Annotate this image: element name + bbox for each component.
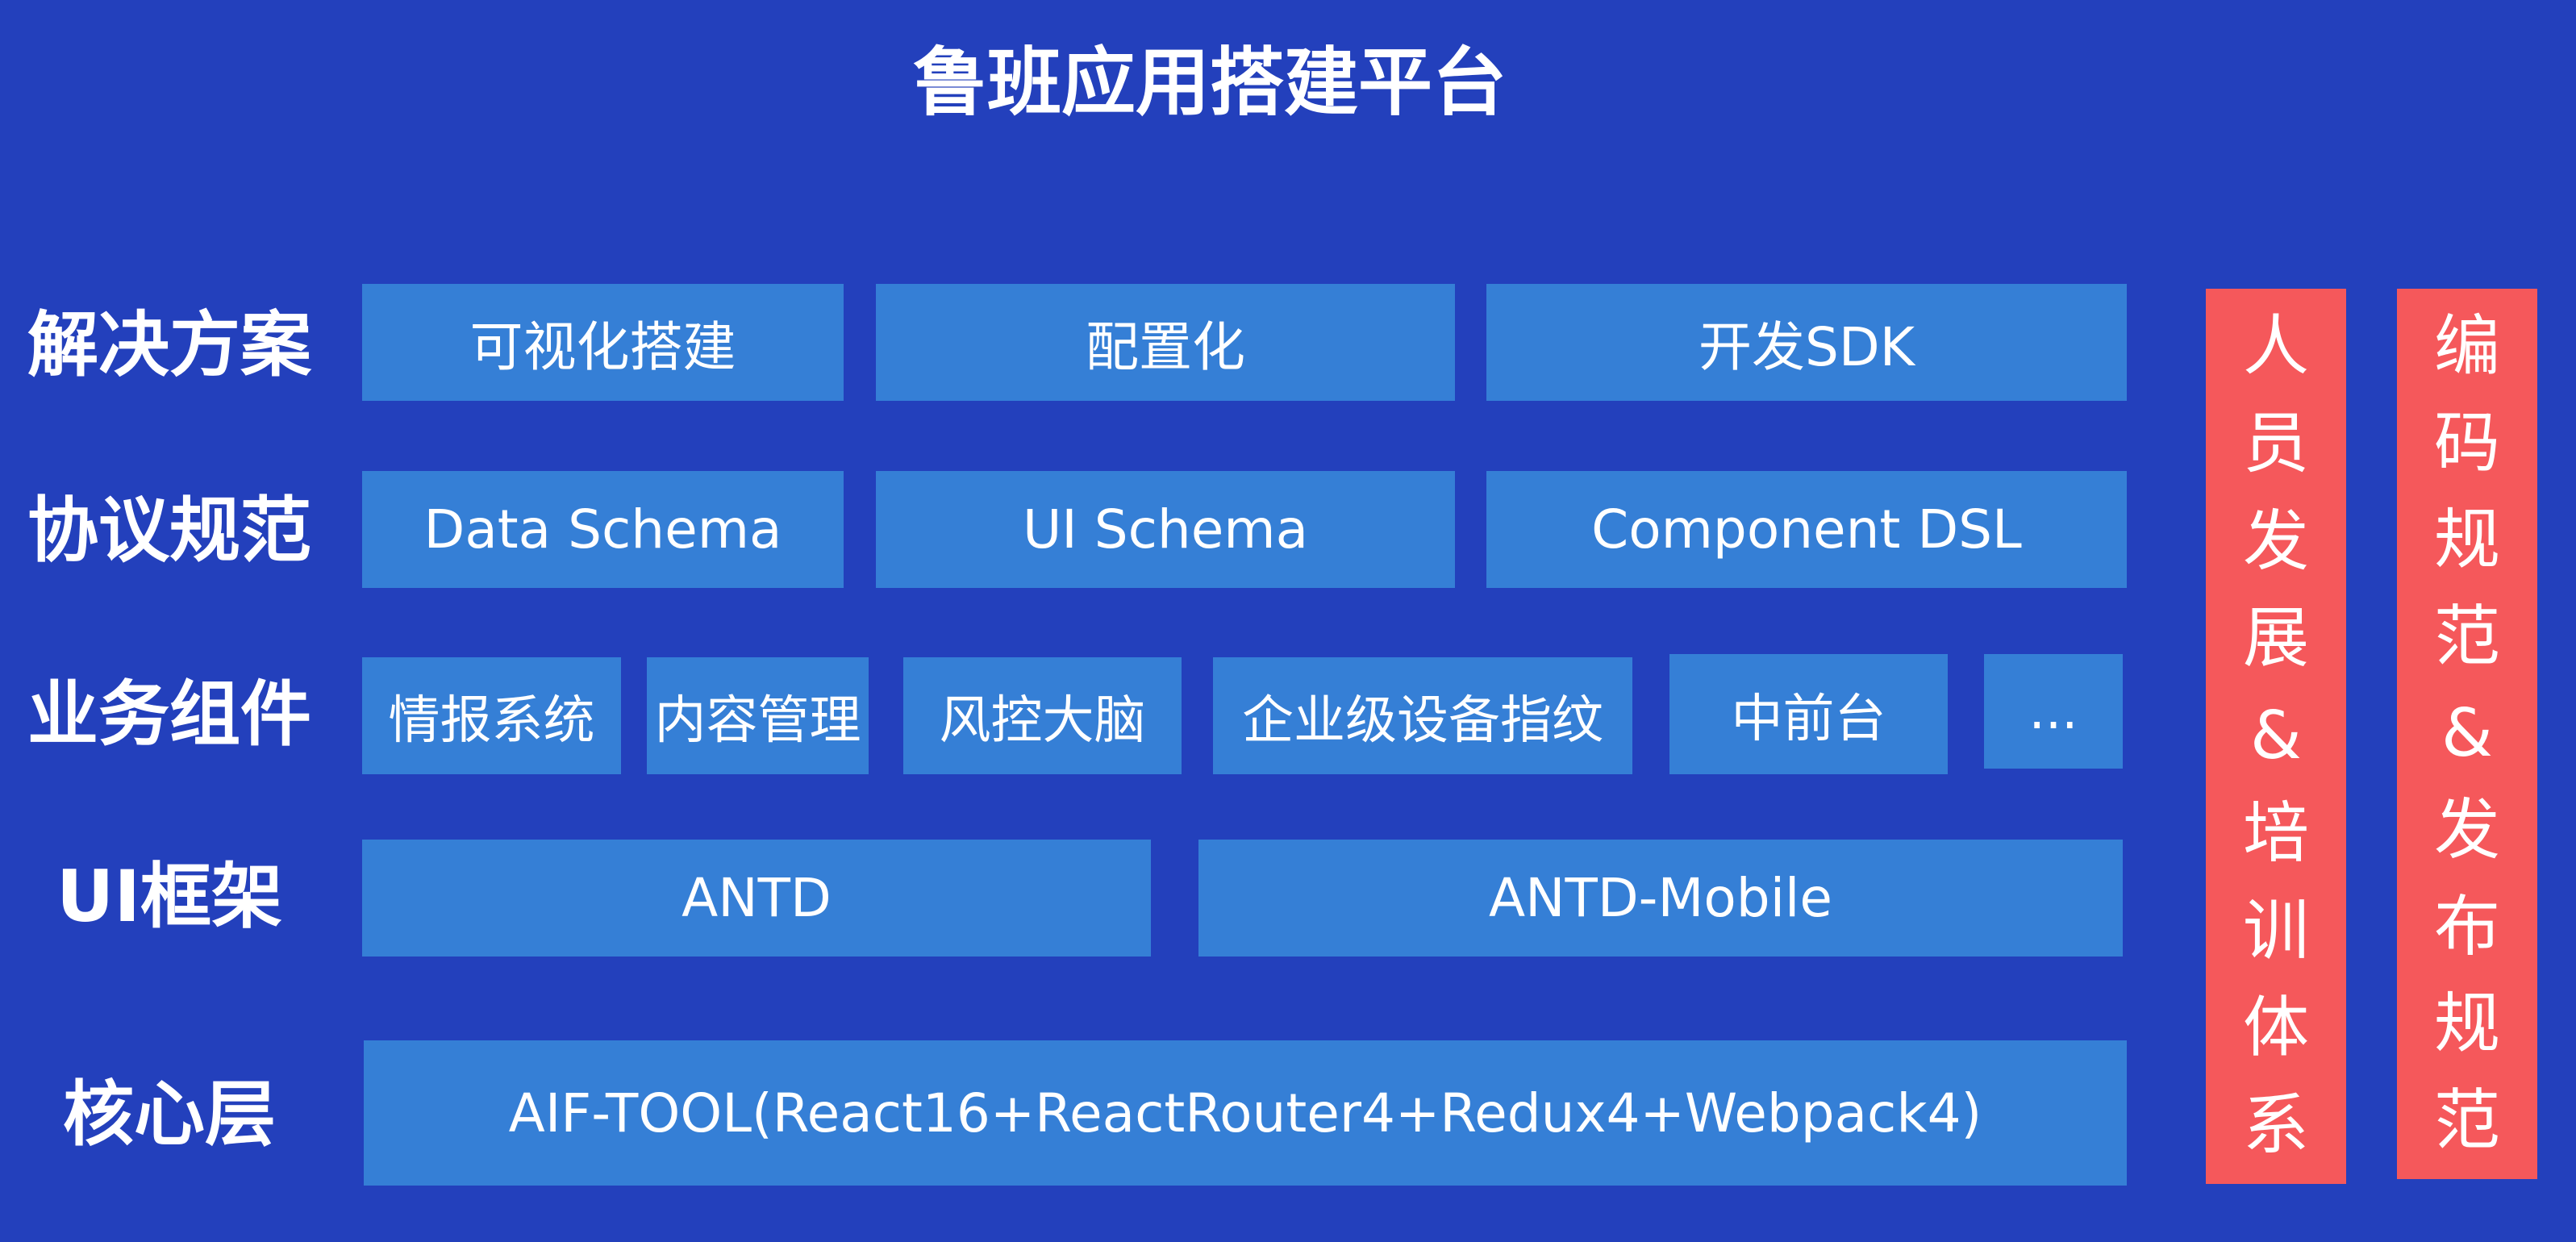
side-column-char: 范 <box>2433 1082 2500 1159</box>
box-content-management: 内容管理 <box>647 657 869 774</box>
side-column-char: 人 <box>2242 308 2309 385</box>
side-column-char: 展 <box>2242 600 2309 677</box>
box-component-dsl: Component DSL <box>1486 471 2127 588</box>
box-antd-mobile: ANTD-Mobile <box>1198 840 2123 957</box>
side-column-char: 训 <box>2242 892 2309 969</box>
box-visual-building: 可视化搭建 <box>362 284 844 401</box>
box-middle-front-office: 中前台 <box>1669 654 1948 774</box>
platform-title: 鲁班应用搭建平台 <box>912 40 1507 126</box>
box-aif-tool: AIF-TOOL(React16+ReactRouter4+Redux4+Web… <box>364 1040 2127 1186</box>
side-column-char: & <box>2441 695 2493 772</box>
box-configuration: 配置化 <box>876 284 1455 401</box>
box-data-schema: Data Schema <box>362 471 844 588</box>
side-column-char: 规 <box>2433 502 2500 578</box>
box-device-fingerprint: 企业级设备指纹 <box>1213 657 1632 774</box>
side-column-personnel-training: 人 员 发 展 & 培 训 体 系 <box>2206 289 2346 1184</box>
side-column-char: 布 <box>2433 889 2500 965</box>
side-column-char: 范 <box>2433 598 2500 675</box>
side-column-char: 编 <box>2433 308 2500 385</box>
row-label-solutions: 解决方案 <box>27 303 311 386</box>
side-column-char: 体 <box>2242 990 2309 1067</box>
row-label-ui-framework: UI框架 <box>56 855 283 938</box>
side-column-coding-release-standards: 编 码 规 范 & 发 布 规 范 <box>2397 289 2537 1179</box>
box-more: ... <box>1984 654 2123 769</box>
box-intelligence-system: 情报系统 <box>362 657 621 774</box>
side-column-char: 系 <box>2242 1087 2309 1164</box>
side-column-char: 员 <box>2242 405 2309 482</box>
box-risk-control-brain: 风控大脑 <box>903 657 1182 774</box>
box-antd: ANTD <box>362 840 1151 957</box>
side-column-char: 规 <box>2433 986 2500 1062</box>
side-column-char: 培 <box>2242 794 2309 872</box>
side-column-char: & <box>2250 698 2302 774</box>
side-column-char: 发 <box>2242 502 2309 580</box>
box-ui-schema: UI Schema <box>876 471 1455 588</box>
row-label-protocols: 协议规范 <box>27 489 311 572</box>
side-column-char: 发 <box>2433 792 2500 869</box>
row-label-business-components: 业务组件 <box>27 673 311 756</box>
row-label-core-layer: 核心层 <box>62 1073 276 1156</box>
side-column-char: 码 <box>2433 405 2500 481</box>
box-dev-sdk: 开发SDK <box>1486 284 2127 401</box>
